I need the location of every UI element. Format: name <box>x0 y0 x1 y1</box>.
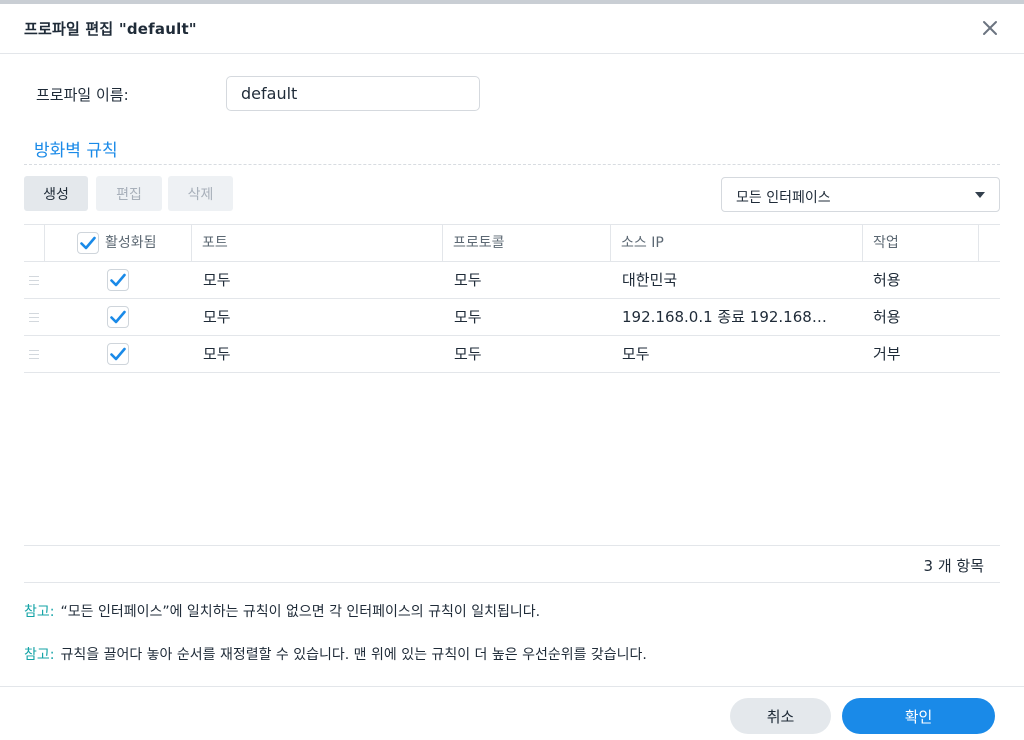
cell-protocol: 모두 <box>454 271 482 289</box>
header-action[interactable]: 작업 <box>862 225 978 262</box>
cell-port: 모두 <box>203 271 231 289</box>
note-text: 규칙을 끌어다 놓아 순서를 재정렬할 수 있습니다. 맨 위에 있는 규칙이 … <box>60 647 647 663</box>
header-port[interactable]: 포트 <box>191 225 442 262</box>
table-row[interactable]: 모두 모두 대한민국 허용 <box>24 262 1000 299</box>
cell-port: 모두 <box>203 308 231 326</box>
note-label: 참고: <box>24 647 55 663</box>
rule-enabled-checkbox[interactable] <box>107 269 129 291</box>
header-spacer <box>978 225 1000 262</box>
close-icon[interactable] <box>978 16 1002 40</box>
drag-handle-icon[interactable] <box>29 276 39 285</box>
interface-select[interactable]: 모든 인터페이스 <box>721 177 1000 212</box>
edit-profile-dialog: 프로파일 편집 "default" 프로파일 이름: 방화벽 규칙 생성 편집 … <box>0 0 1024 740</box>
footer-divider <box>0 686 1024 687</box>
profile-name-input[interactable] <box>226 76 480 111</box>
section-divider <box>24 164 1000 165</box>
header-source-ip-label: 소스 IP <box>621 235 664 251</box>
note-interfaces: 참고: “모든 인터페이스”에 일치하는 규칙이 없으면 각 인터페이스의 규칙이… <box>24 601 540 621</box>
header-enabled[interactable]: 활성화됨 <box>44 225 191 262</box>
delete-button[interactable]: 삭제 <box>168 176 233 211</box>
table-bottom-divider <box>24 582 1000 583</box>
cell-protocol: 모두 <box>454 308 482 326</box>
note-reorder: 참고: 규칙을 끌어다 놓아 순서를 재정렬할 수 있습니다. 맨 위에 있는 규… <box>24 644 647 664</box>
cell-port: 모두 <box>203 345 231 363</box>
rule-enabled-checkbox[interactable] <box>107 343 129 365</box>
header-port-label: 포트 <box>202 235 228 251</box>
header-action-label: 작업 <box>873 235 899 251</box>
chevron-down-icon <box>975 192 985 198</box>
profile-name-label: 프로파일 이름: <box>36 86 129 104</box>
note-label: 참고: <box>24 604 55 620</box>
table-row[interactable]: 모두 모두 192.168.0.1 종료 192.168… 허용 <box>24 299 1000 336</box>
cell-protocol: 모두 <box>454 345 482 363</box>
drag-handle-icon[interactable] <box>29 313 39 322</box>
drag-handle-icon[interactable] <box>29 350 39 359</box>
rule-enabled-checkbox[interactable] <box>107 306 129 328</box>
rules-table: 활성화됨 포트 프로토콜 소스 IP 작업 모두 모두 대한민국 허용 모두 모… <box>24 224 1000 373</box>
cell-action: 거부 <box>873 345 901 363</box>
cell-action: 허용 <box>873 271 901 289</box>
interface-select-value: 모든 인터페이스 <box>736 190 831 206</box>
cell-source-ip: 모두 <box>622 345 650 363</box>
header-enabled-label: 활성화됨 <box>105 235 157 251</box>
cancel-button[interactable]: 취소 <box>730 698 831 734</box>
note-text: “모든 인터페이스”에 일치하는 규칙이 없으면 각 인터페이스의 규칙이 일치… <box>60 604 541 620</box>
table-header: 활성화됨 포트 프로토콜 소스 IP 작업 <box>24 224 1000 262</box>
cell-action: 허용 <box>873 308 901 326</box>
header-source-ip[interactable]: 소스 IP <box>610 225 862 262</box>
table-footer-divider <box>24 545 1000 546</box>
ok-button[interactable]: 확인 <box>842 698 995 734</box>
item-count: 3 개 항목 <box>923 557 984 575</box>
dialog-title: 프로파일 편집 "default" <box>24 20 197 38</box>
header-protocol-label: 프로토콜 <box>453 235 505 251</box>
cell-source-ip: 대한민국 <box>622 271 678 289</box>
dialog-titlebar: 프로파일 편집 "default" <box>0 4 1024 54</box>
create-button[interactable]: 생성 <box>24 176 88 211</box>
select-all-checkbox[interactable] <box>77 232 99 254</box>
cell-source-ip: 192.168.0.1 종료 192.168… <box>622 308 827 326</box>
edit-button[interactable]: 편집 <box>96 176 162 211</box>
section-title: 방화벽 규칙 <box>34 141 118 161</box>
table-row[interactable]: 모두 모두 모두 거부 <box>24 336 1000 373</box>
header-protocol[interactable]: 프로토콜 <box>442 225 610 262</box>
